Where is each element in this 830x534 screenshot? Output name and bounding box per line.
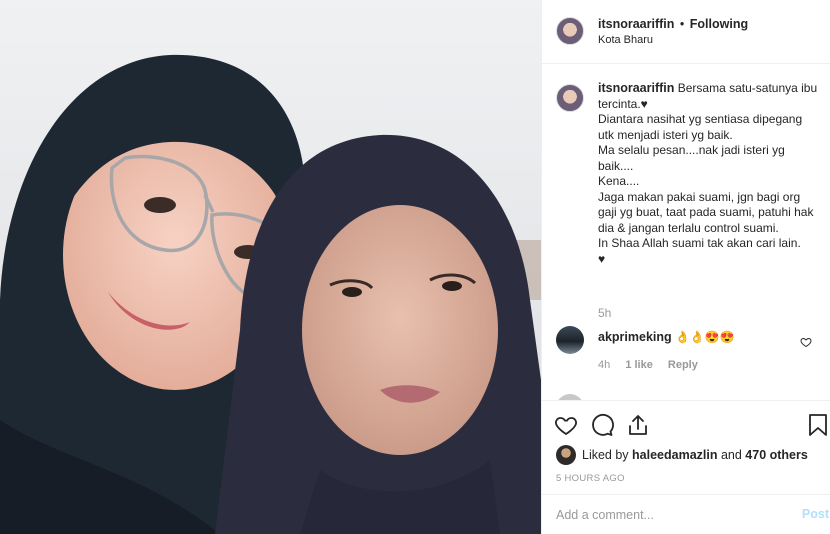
separator-dot: • [679,17,685,31]
commenter-username[interactable]: akprimeking [598,330,672,344]
caption-line: Ma selalu pesan....nak jadi isteri yg ba… [598,143,789,173]
comment-input[interactable] [556,505,776,525]
header-line: itsnoraariffin • Following [598,17,748,31]
others-count[interactable]: 470 others [745,448,808,462]
comment-meta: 4h 1 like Reply [598,359,710,371]
comment-body: 👌👌😍😍 [671,330,735,344]
post-actions: Liked by haleedamazlin and 470 others 5 … [542,400,830,494]
liked-by-prefix: Liked by [582,448,633,462]
commenter-avatar[interactable] [556,326,584,354]
author-username[interactable]: itsnoraariffin [598,17,674,31]
comment-likes[interactable]: 1 like [625,359,653,371]
instagram-post-modal: itsnoraariffin • Following Kota Bharu it… [0,0,830,534]
post-header: itsnoraariffin • Following Kota Bharu [542,0,830,64]
comment-icon[interactable] [590,413,614,437]
caption-line: Jaga makan pakai suami, jgn bagi org gaj… [598,189,817,235]
comments-section[interactable]: itsnoraariffin Bersama satu-satunya ibu … [542,64,830,400]
following-button[interactable]: Following [690,17,748,31]
comment-text: akprimeking 👌👌😍😍 [598,330,735,344]
liker-avatar[interactable] [556,445,576,465]
comment-time: 4h [598,359,611,371]
post-sidebar: itsnoraariffin • Following Kota Bharu it… [541,0,830,534]
caption-text: itsnoraariffin Bersama satu-satunya ibu … [598,81,820,267]
caption-line: Diantara nasihat yg sentiasa dipegang ut… [598,112,806,142]
caption-line: Kena.... [598,174,640,188]
caption-avatar[interactable] [556,84,584,112]
heart-icon[interactable] [554,413,578,437]
caption-line: In Shaa Allah suami tak akan cari lain. [598,236,801,250]
post-button[interactable]: Post [802,507,829,521]
liked-by-and: and [717,448,746,462]
caption-time: 5h [598,306,612,320]
bookmark-icon[interactable] [807,413,829,437]
share-icon[interactable] [626,413,650,437]
reply-button[interactable]: Reply [668,359,698,371]
post-timestamp: 5 HOURS AGO [556,473,625,484]
selfie-image [0,0,541,534]
location-link[interactable]: Kota Bharu [598,34,653,46]
liked-by-user[interactable]: haleedamazlin [632,448,717,462]
add-comment-bar: Post [542,494,830,534]
caption-line: ♥ [598,251,606,266]
comment-like-heart-icon[interactable] [800,336,812,348]
post-photo[interactable] [0,0,541,534]
author-avatar[interactable] [556,17,584,45]
caption-username[interactable]: itsnoraariffin [598,81,674,95]
